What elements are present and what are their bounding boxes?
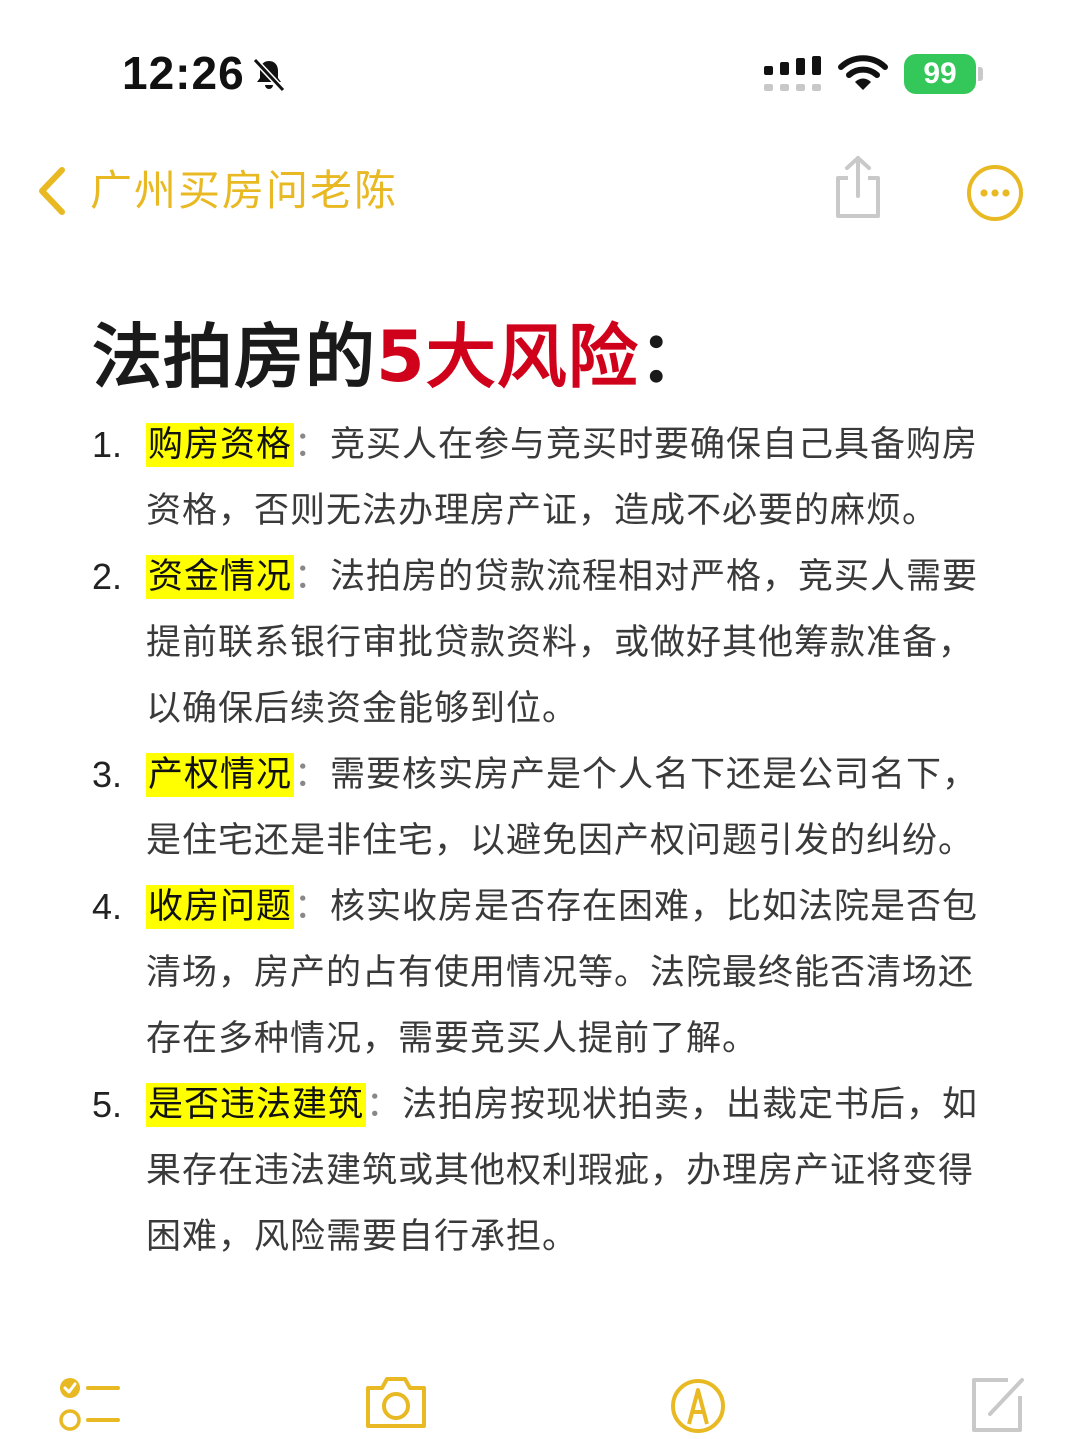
- keyword-highlight: 产权情况: [146, 753, 295, 797]
- back-button-title[interactable]: 广州买房问老陈: [90, 164, 398, 218]
- separator: ：: [294, 887, 331, 927]
- list-text: 产权情况：需要核实房产是个人名下还是公司名下，是住宅还是非住宅，以避免因产权问题…: [146, 742, 1002, 874]
- list-number: 2.: [92, 556, 123, 597]
- bottom-toolbar: [0, 1360, 1080, 1439]
- cellular-signal-icon: [764, 56, 821, 91]
- list-number: 1.: [92, 424, 123, 465]
- separator: ：: [294, 755, 331, 795]
- separator: ：: [294, 425, 331, 465]
- risk-list: 1. 购房资格：竞买人在参与竞买时要确保自己具备购房资格，否则无法办理房产证，造…: [0, 412, 1080, 1270]
- list-number: 5.: [92, 1084, 123, 1125]
- status-bar: 12:26 99: [0, 0, 1080, 140]
- list-text: 购房资格：竞买人在参与竞买时要确保自己具备购房资格，否则无法办理房产证，造成不必…: [146, 412, 1002, 544]
- title-highlight: 5大风险: [376, 316, 639, 398]
- checklist-icon[interactable]: [58, 1374, 122, 1434]
- keyword-highlight: 资金情况: [146, 555, 295, 599]
- list-number: 3.: [92, 754, 123, 795]
- list-number: 4.: [92, 886, 123, 927]
- more-icon[interactable]: [966, 164, 1024, 222]
- battery-indicator: 99: [904, 54, 984, 94]
- camera-icon[interactable]: [362, 1374, 430, 1430]
- share-icon[interactable]: [830, 154, 886, 220]
- list-item: 2. 资金情况：法拍房的贷款流程相对严格，竞买人需要提前联系银行审批贷款资料，或…: [92, 544, 1002, 742]
- compose-icon[interactable]: [968, 1374, 1026, 1434]
- list-item: 1. 购房资格：竞买人在参与竞买时要确保自己具备购房资格，否则无法办理房产证，造…: [92, 412, 1002, 544]
- status-time: 12:26: [122, 47, 245, 99]
- list-text: 资金情况：法拍房的贷款流程相对严格，竞买人需要提前联系银行审批贷款资料，或做好其…: [146, 544, 1002, 742]
- list-text: 收房问题：核实收房是否存在困难，比如法院是否包清场，房产的占有使用情况等。法院最…: [146, 874, 1002, 1072]
- wifi-icon: [838, 55, 888, 90]
- keyword-highlight: 是否违法建筑: [146, 1083, 367, 1127]
- separator: ：: [294, 557, 331, 597]
- bell-slash-icon: [252, 57, 286, 93]
- keyword-highlight: 购房资格: [146, 423, 295, 467]
- title-suffix: ：: [638, 316, 710, 398]
- list-item: 5. 是否违法建筑：法拍房按现状拍卖，出裁定书后，如果存在违法建筑或其他权利瑕疵…: [92, 1072, 1002, 1270]
- battery-level: 99: [904, 54, 976, 94]
- title-prefix: 法拍房的: [92, 316, 376, 398]
- battery-cap: [978, 67, 983, 81]
- nav-bar: 广州买房问老陈: [0, 140, 1080, 250]
- list-item: 4. 收房问题：核实收房是否存在困难，比如法院是否包清场，房产的占有使用情况等。…: [92, 874, 1002, 1072]
- page-title: 法拍房的5大风险：: [92, 312, 710, 402]
- markup-icon[interactable]: [670, 1374, 726, 1434]
- chevron-left-icon[interactable]: [34, 164, 70, 218]
- list-item: 3. 产权情况：需要核实房产是个人名下还是公司名下，是住宅还是非住宅，以避免因产…: [92, 742, 1002, 874]
- keyword-highlight: 收房问题: [146, 885, 295, 929]
- separator: ：: [366, 1085, 403, 1125]
- list-text: 是否违法建筑：法拍房按现状拍卖，出裁定书后，如果存在违法建筑或其他权利瑕疵，办理…: [146, 1072, 1002, 1270]
